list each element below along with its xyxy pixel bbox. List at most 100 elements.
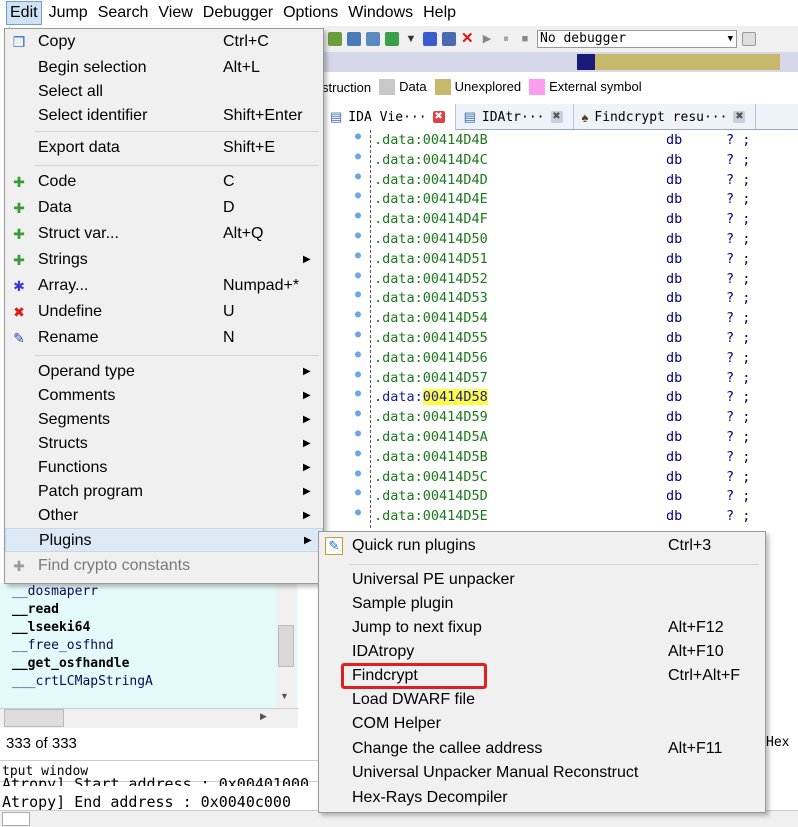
edit-menu-item-plugins[interactable]: Plugins ▶ <box>5 528 323 552</box>
breakpoint-dot-icon[interactable]: ● <box>355 388 361 399</box>
tab-findcrypt-results[interactable]: ♠ Findcrypt resu··· ✖ <box>574 104 757 130</box>
edit-menu-item-begin-selection[interactable]: Begin selection Alt+L <box>5 56 323 80</box>
menu-search[interactable]: Search <box>95 2 152 24</box>
scroll-down-icon[interactable]: ▼ <box>280 691 289 701</box>
plugin-menu-item-jump-to-next-fixup[interactable]: Jump to next fixup Alt+F12 <box>319 616 765 640</box>
breakpoint-dot-icon[interactable]: ● <box>355 309 361 320</box>
edit-menu-item-array[interactable]: ✱ Array... Numpad+* <box>5 274 323 298</box>
edit-menu-item-struct-var[interactable]: ✚ Struct var... Alt+Q <box>5 222 323 246</box>
scroll-thumb[interactable] <box>4 709 64 727</box>
disasm-row[interactable]: ● .data:00414D57 db ? ; <box>352 368 798 388</box>
breakpoint-dot-icon[interactable]: ● <box>355 428 361 439</box>
edit-menu-item-export-data[interactable]: Export data Shift+E <box>5 136 323 160</box>
edit-menu-item-code[interactable]: ✚ Code C <box>5 170 323 194</box>
plugin-menu-item-com-helper[interactable]: COM Helper <box>319 712 765 736</box>
debugger-select[interactable]: No debugger ▼ <box>537 30 737 48</box>
disasm-row[interactable]: ● .data:00414D5A db ? ; <box>352 427 798 447</box>
breakpoint-dot-icon[interactable]: ● <box>355 448 361 459</box>
disasm-row[interactable]: ● .data:00414D56 db ? ; <box>352 348 798 368</box>
breakpoint-dot-icon[interactable]: ● <box>355 210 361 221</box>
navigation-band[interactable] <box>322 52 798 72</box>
function-list-item[interactable]: __lseeki64 <box>0 619 298 637</box>
plugin-menu-item-universal-pe-unpacker[interactable]: Universal PE unpacker <box>319 568 765 592</box>
functions-horizontal-scrollbar[interactable]: ▶ <box>0 708 298 728</box>
disasm-row[interactable]: ● .data:00414D4B db ? ; <box>352 130 798 150</box>
menu-edit[interactable]: Edit <box>6 1 42 25</box>
function-list-item[interactable]: __get_osfhandle <box>0 655 298 673</box>
edit-menu-item-comments[interactable]: Comments ▶ <box>5 384 323 408</box>
edit-menu-item-undefine[interactable]: ✖ Undefine U <box>5 300 323 324</box>
disassembly-view[interactable]: ● .data:00414D4B db ? ; ● .data:00414D4C db ? ;… <box>352 130 798 528</box>
breakpoint-dot-icon[interactable]: ● <box>355 250 361 261</box>
disasm-row[interactable]: ● .data:00414D51 db ? ; <box>352 249 798 269</box>
disasm-row[interactable]: ● .data:00414D5E db ? ; <box>352 506 798 526</box>
stop-icon[interactable]: ■ <box>518 32 532 46</box>
make-string-icon[interactable] <box>385 32 399 46</box>
pause-icon[interactable]: ⏸ <box>499 32 513 46</box>
make-struct-icon[interactable] <box>366 32 380 46</box>
close-icon[interactable]: ✖ <box>432 111 445 123</box>
functions-list[interactable]: __dosmaperr __read __lseeki64 __free_osfhnd… <box>0 583 298 708</box>
edit-menu-item-patch-program[interactable]: Patch program ▶ <box>5 480 323 504</box>
breakpoint-dot-icon[interactable]: ● <box>355 329 361 340</box>
edit-menu-item-segments[interactable]: Segments ▶ <box>5 408 323 432</box>
disasm-row[interactable]: ● .data:00414D4E db ? ; <box>352 189 798 209</box>
dropdown-arrow-icon[interactable]: ▼ <box>404 32 418 46</box>
function-list-item[interactable]: ___crtLCMapStringA <box>0 673 298 691</box>
disasm-row[interactable]: ● .data:00414D5B db ? ; <box>352 447 798 467</box>
function-list-item[interactable]: __read <box>0 601 298 619</box>
function-list-item[interactable]: __free_osfhnd <box>0 637 298 655</box>
breakpoint-dot-icon[interactable]: ● <box>355 507 361 518</box>
play-icon[interactable]: ▶ <box>480 32 494 46</box>
disasm-row[interactable]: ● .data:00414D54 db ? ; <box>352 308 798 328</box>
disasm-row[interactable]: ● .data:00414D59 db ? ; <box>352 407 798 427</box>
breakpoint-dot-icon[interactable]: ● <box>355 270 361 281</box>
make-data-icon[interactable] <box>347 32 361 46</box>
menu-options[interactable]: Options <box>280 2 341 24</box>
edit-menu-item-select-identifier[interactable]: Select identifier Shift+Enter <box>5 104 323 128</box>
command-type-button[interactable] <box>2 812 30 826</box>
breakpoint-dot-icon[interactable]: ● <box>355 349 361 360</box>
function-list-item[interactable]: __dosmaperr <box>0 583 298 601</box>
disasm-row[interactable]: ● .data:00414D55 db ? ; <box>352 328 798 348</box>
disasm-row[interactable]: ● .data:00414D5D db ? ; <box>352 486 798 506</box>
menu-debugger[interactable]: Debugger <box>200 2 276 24</box>
plugin-menu-item-change-the-callee-address[interactable]: Change the callee address Alt+F11 <box>319 737 765 761</box>
debug-options-icon[interactable] <box>742 32 756 46</box>
plugin-menu-item-hex-rays-decompiler[interactable]: Hex-Rays Decompiler <box>319 786 765 810</box>
plugin-menu-item-idatropy[interactable]: IDAtropy Alt+F10 <box>319 640 765 664</box>
breakpoint-dot-icon[interactable]: ● <box>355 190 361 201</box>
breakpoint-dot-icon[interactable]: ● <box>355 289 361 300</box>
breakpoint-dot-icon[interactable]: ● <box>355 468 361 479</box>
edit-menu-item-other[interactable]: Other ▶ <box>5 504 323 528</box>
rename-tool-icon[interactable] <box>442 32 456 46</box>
disasm-row[interactable]: ● .data:00414D5C db ? ; <box>352 467 798 487</box>
tab-idatropy[interactable]: ▤ IDAtr··· ✖ <box>456 104 574 130</box>
breakpoint-dot-icon[interactable]: ● <box>355 151 361 162</box>
scroll-right-icon[interactable]: ▶ <box>260 711 267 722</box>
disasm-row[interactable]: ● .data:00414D58 db ? ; <box>352 387 798 407</box>
edit-menu-item-strings[interactable]: ✚ Strings ▶ <box>5 248 323 272</box>
breakpoint-dot-icon[interactable]: ● <box>355 171 361 182</box>
menu-view[interactable]: View <box>155 2 195 24</box>
edit-menu-item-operand-type[interactable]: Operand type ▶ <box>5 360 323 384</box>
breakpoint-dot-icon[interactable]: ● <box>355 408 361 419</box>
menu-jump[interactable]: Jump <box>46 2 91 24</box>
make-array-icon[interactable] <box>423 32 437 46</box>
disasm-row[interactable]: ● .data:00414D53 db ? ; <box>352 288 798 308</box>
disasm-row[interactable]: ● .data:00414D4C db ? ; <box>352 150 798 170</box>
breakpoint-dot-icon[interactable]: ● <box>355 131 361 142</box>
edit-menu-item-data[interactable]: ✚ Data D <box>5 196 323 220</box>
tab-ida-view[interactable]: ▤ IDA Vie··· ✖ <box>322 104 456 130</box>
plugin-menu-item-universal-unpacker-manual-reconstruct[interactable]: Universal Unpacker Manual Reconstruct <box>319 761 765 785</box>
scroll-thumb[interactable] <box>278 625 294 667</box>
breakpoint-dot-icon[interactable]: ● <box>355 487 361 498</box>
plugin-menu-item-load-dwarf-file[interactable]: Load DWARF file <box>319 688 765 712</box>
edit-menu-item-copy[interactable]: ❐ Copy Ctrl+C <box>5 30 323 54</box>
make-code-icon[interactable] <box>328 32 342 46</box>
plugin-menu-item-sample-plugin[interactable]: Sample plugin <box>319 592 765 616</box>
menu-windows[interactable]: Windows <box>345 2 416 24</box>
edit-menu-item-structs[interactable]: Structs ▶ <box>5 432 323 456</box>
disasm-row[interactable]: ● .data:00414D52 db ? ; <box>352 269 798 289</box>
close-icon[interactable]: ✖ <box>550 111 563 123</box>
